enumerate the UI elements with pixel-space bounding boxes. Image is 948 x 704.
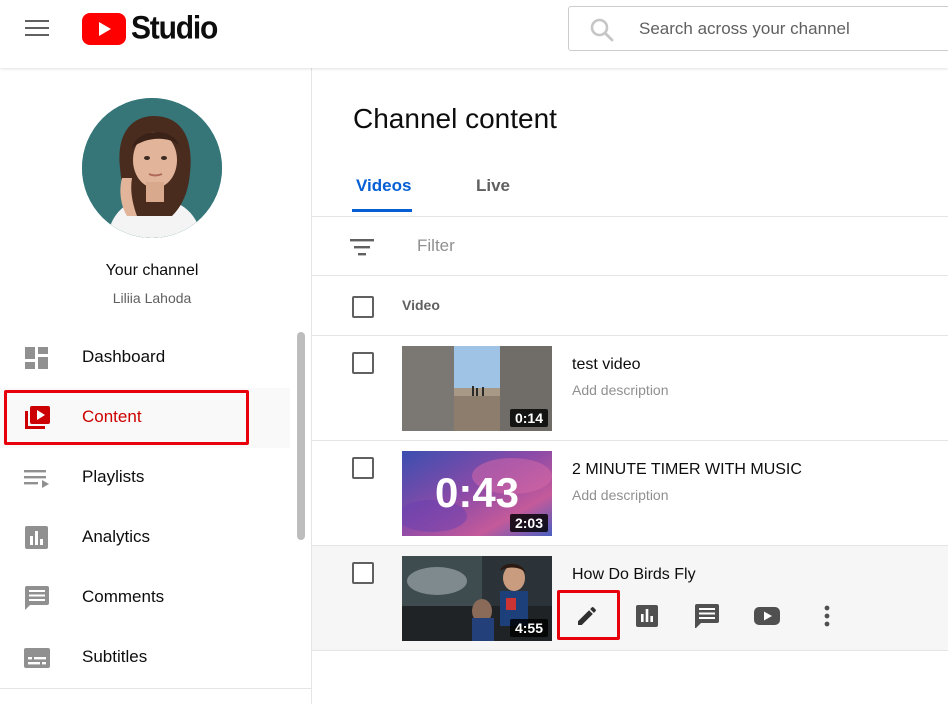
row-actions	[557, 590, 857, 646]
thumbnail-timer-text: 0:43	[435, 469, 519, 516]
video-thumbnail[interactable]: 4:55	[402, 556, 552, 641]
video-description[interactable]: Add description	[572, 487, 669, 503]
video-thumbnail[interactable]: 0:14	[402, 346, 552, 431]
tab-videos[interactable]: Videos	[356, 176, 411, 196]
search-icon	[590, 18, 614, 42]
sidebar-item-dashboard[interactable]: Dashboard	[0, 328, 304, 388]
channel-name: Liliia Lahoda	[112, 290, 192, 306]
main-content: Channel content Videos Live Video	[312, 68, 948, 704]
table-header: Video	[312, 276, 948, 336]
tab-live[interactable]: Live	[476, 176, 510, 196]
studio-logo[interactable]: Studio	[82, 10, 218, 47]
analytics-icon	[25, 526, 48, 549]
row-checkbox[interactable]	[352, 457, 374, 479]
page-title: Channel content	[353, 103, 557, 134]
view-on-youtube-button[interactable]	[747, 596, 787, 636]
video-description[interactable]: Add description	[572, 382, 669, 398]
logo-text: Studio	[131, 10, 218, 47]
sidebar-item-content[interactable]: Content	[0, 388, 290, 448]
more-options-button[interactable]	[807, 596, 847, 636]
comments-icon	[695, 604, 719, 628]
sidebar-item-comments[interactable]: Comments	[0, 568, 304, 628]
search-input[interactable]	[639, 7, 948, 50]
comments-icon	[25, 586, 49, 610]
channel-title: Your channel	[105, 262, 199, 279]
subtitles-icon	[24, 648, 50, 668]
video-duration: 0:14	[509, 409, 548, 427]
avatar[interactable]	[82, 98, 222, 238]
sidebar-item-label: Subtitles	[82, 647, 148, 666]
sidebar-item-label: Dashboard	[82, 347, 166, 366]
video-duration: 2:03	[509, 514, 548, 532]
video-title[interactable]: 2 MINUTE TIMER WITH MUSIC	[572, 461, 802, 479]
youtube-logo-icon	[82, 13, 126, 45]
top-bar: Studio	[0, 0, 948, 68]
table-row[interactable]: 0:43 2:03 2 MINUTE TIMER WITH MUSIC Add …	[312, 441, 948, 546]
row-checkbox[interactable]	[352, 562, 374, 584]
more-options-icon	[824, 605, 830, 627]
sidebar-item-label: Content	[82, 407, 142, 426]
select-all-checkbox[interactable]	[352, 296, 374, 318]
sidebar-item-analytics[interactable]: Analytics	[0, 508, 304, 568]
avatar-photo	[82, 98, 222, 238]
edit-icon	[578, 606, 597, 625]
sidebar-item-label: Comments	[82, 587, 165, 606]
video-thumbnail[interactable]: 0:43 2:03	[402, 451, 552, 536]
dashboard-icon	[25, 347, 48, 369]
column-header-video: Video	[402, 297, 440, 313]
hamburger-menu-icon[interactable]	[22, 16, 52, 40]
youtube-icon	[754, 607, 780, 625]
analytics-button[interactable]	[627, 596, 667, 636]
sidebar: Your channel Liliia Lahoda Dashboard Con…	[0, 68, 312, 704]
search-box[interactable]	[568, 6, 948, 51]
comments-button[interactable]	[687, 596, 727, 636]
sidebar-nav: Dashboard Content Playlists Analytics Co…	[0, 328, 304, 688]
filter-bar	[312, 217, 948, 276]
table-row[interactable]: 4:55 How Do Birds Fly	[312, 546, 948, 651]
sidebar-item-playlists[interactable]: Playlists	[0, 448, 304, 508]
video-title[interactable]: How Do Birds Fly	[572, 566, 696, 584]
content-icon	[25, 406, 50, 429]
details-edit-button[interactable]	[567, 596, 607, 636]
video-duration: 4:55	[509, 619, 548, 637]
divider	[0, 688, 311, 689]
video-title[interactable]: test video	[572, 356, 640, 374]
sidebar-item-label: Playlists	[82, 467, 145, 486]
filter-icon[interactable]	[350, 236, 374, 258]
analytics-icon	[636, 605, 658, 627]
sidebar-item-label: Analytics	[82, 527, 151, 546]
table-row[interactable]: 0:14 test video Add description	[312, 336, 948, 441]
row-checkbox[interactable]	[352, 352, 374, 374]
sidebar-scrollbar[interactable]	[297, 332, 305, 540]
sidebar-item-subtitles[interactable]: Subtitles	[0, 628, 304, 688]
filter-input[interactable]	[417, 227, 717, 265]
playlists-icon	[24, 470, 49, 488]
active-tab-indicator	[352, 209, 412, 212]
